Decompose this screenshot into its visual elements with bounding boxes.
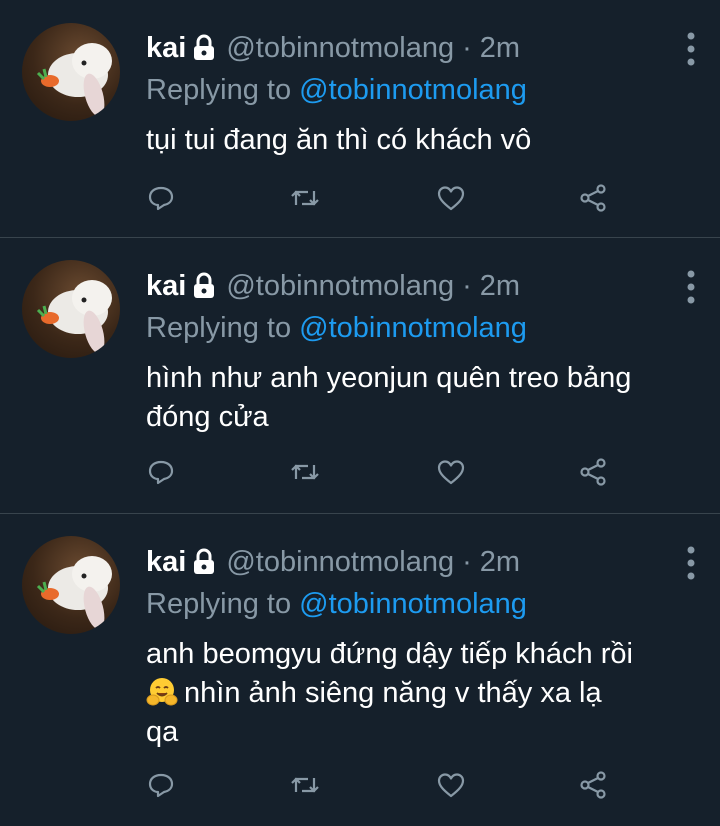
share-icon[interactable] [578,457,608,487]
reply-icon[interactable] [146,457,176,487]
tweet-text: hình như anh yeonjun quên treo bảng đóng… [146,359,706,437]
hugging-face-emoji [146,676,178,708]
handle[interactable]: @tobinnotmolang [226,270,454,303]
separator: · [462,545,472,578]
heart-icon[interactable] [436,770,466,800]
tweet-header: kai @tobinnotmolang · 2m [146,542,520,582]
tweet-text-line-with-emoji: nhìn ảnh siêng năng v thấy xa lạ [146,674,706,713]
replying-to-label: Replying to [146,312,300,344]
mention-link[interactable]: @tobinnotmolang [299,312,527,344]
share-icon[interactable] [578,770,608,800]
tweet-text: anh beomgyu đứng dậy tiếp khách rồi nhìn… [146,635,706,752]
replying-to: Replying to @tobinnotmolang [146,312,527,345]
avatar[interactable] [22,536,120,634]
mention-link[interactable]: @tobinnotmolang [299,74,527,106]
more-vertical-icon[interactable] [684,546,698,580]
tweet-text-line: nhìn ảnh siêng năng v thấy xa lạ [184,677,602,709]
timestamp[interactable]: 2m [480,32,520,65]
tweet-text-line: qa [146,716,179,748]
replying-to: Replying to @tobinnotmolang [146,74,527,107]
tweet-text-line: đóng cửa [146,401,269,433]
share-icon[interactable] [578,183,608,213]
retweet-icon[interactable] [290,770,320,800]
tweet-text: tụi tui đang ăn thì có khách vô [146,121,706,160]
lock-icon [192,34,216,62]
retweet-icon[interactable] [290,457,320,487]
tweet-header: kai @tobinnotmolang · 2m [146,28,520,68]
handle[interactable]: @tobinnotmolang [226,546,454,579]
mention-link[interactable]: @tobinnotmolang [299,588,527,620]
avatar[interactable] [22,260,120,358]
heart-icon[interactable] [436,183,466,213]
retweet-icon[interactable] [290,183,320,213]
reply-icon[interactable] [146,183,176,213]
replying-to-label: Replying to [146,74,300,106]
tweet-card[interactable]: kai @tobinnotmolang · 2m Replying to @to… [0,514,720,826]
tweet-card[interactable]: kai @tobinnotmolang · 2m Replying to @to… [0,238,720,514]
lock-icon [192,548,216,576]
separator: · [462,31,472,64]
action-bar [146,770,626,800]
replying-to: Replying to @tobinnotmolang [146,588,527,621]
tweet-text-line: anh beomgyu đứng dậy tiếp khách rồi [146,638,633,670]
action-bar [146,457,626,487]
separator: · [462,269,472,302]
tweet-text-line: hình như anh yeonjun quên treo bảng [146,362,632,394]
heart-icon[interactable] [436,457,466,487]
replying-to-label: Replying to [146,588,300,620]
handle[interactable]: @tobinnotmolang [226,32,454,65]
display-name[interactable]: kai [146,546,186,579]
avatar[interactable] [22,23,120,121]
action-bar [146,183,626,213]
timestamp[interactable]: 2m [480,270,520,303]
lock-icon [192,272,216,300]
tweet-card[interactable]: kai @tobinnotmolang · 2m Replying to @to… [0,0,720,238]
more-vertical-icon[interactable] [684,32,698,66]
reply-icon[interactable] [146,770,176,800]
display-name[interactable]: kai [146,270,186,303]
tweet-text-line: tụi tui đang ăn thì có khách vô [146,124,532,156]
tweet-header: kai @tobinnotmolang · 2m [146,266,520,306]
timestamp[interactable]: 2m [480,546,520,579]
display-name[interactable]: kai [146,32,186,65]
more-vertical-icon[interactable] [684,270,698,304]
